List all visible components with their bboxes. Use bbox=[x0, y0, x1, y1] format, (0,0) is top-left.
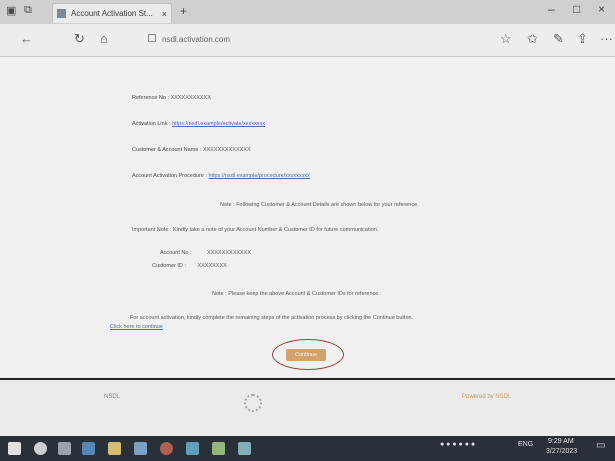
tab-list-icon[interactable]: ⧉ bbox=[24, 4, 32, 17]
page-content: Reference No : XXXXXXXXXXX Activation Li… bbox=[0, 57, 615, 377]
store-icon[interactable] bbox=[134, 442, 147, 455]
page-footer: NSDL Powered by NSDL bbox=[0, 380, 615, 436]
system-tray-icons[interactable]: ● ● ● ● ● ● bbox=[440, 441, 475, 448]
search-icon[interactable] bbox=[34, 442, 47, 455]
file-explorer-icon[interactable] bbox=[108, 442, 121, 455]
pen-icon[interactable]: ✎ bbox=[553, 31, 564, 47]
task-view-icon[interactable] bbox=[58, 442, 71, 455]
continue-button[interactable]: Continue bbox=[286, 349, 326, 361]
more-icon[interactable]: ··· bbox=[600, 31, 613, 46]
back-button[interactable]: ← bbox=[20, 31, 33, 46]
new-tab-button[interactable]: + bbox=[180, 4, 187, 18]
url-text: nsdl.activation.com bbox=[162, 35, 231, 44]
clock-time[interactable]: 9:29 AM bbox=[548, 438, 574, 445]
info-line-activation-link: Activation Link : https://nsdl.example/a… bbox=[132, 121, 265, 127]
info-line-procedure: Account Activation Procedure : https://n… bbox=[132, 173, 310, 179]
chrome-icon[interactable] bbox=[160, 442, 173, 455]
home-button[interactable]: ⌂ bbox=[100, 31, 108, 46]
tab-close-icon[interactable]: × bbox=[162, 4, 167, 23]
notifications-icon[interactable]: ▭ bbox=[596, 440, 605, 451]
share-icon[interactable]: ⇪ bbox=[577, 31, 588, 47]
edge-icon[interactable] bbox=[82, 442, 95, 455]
activation-link[interactable]: https://nsdl.example/activate/xxxxxxxx bbox=[172, 121, 265, 127]
tab-actions-icon[interactable]: ▣ bbox=[6, 4, 16, 17]
maximize-button[interactable]: □ bbox=[573, 2, 580, 16]
close-button[interactable]: × bbox=[598, 2, 605, 16]
footer-powered-by: Powered by NSDL bbox=[462, 394, 512, 400]
loading-spinner-icon bbox=[244, 394, 262, 412]
browser-window: ▣ ⧉ Account Activation St... × + – □ × ←… bbox=[0, 0, 615, 461]
notice-text-1: Note : Following Customer & Account Deta… bbox=[220, 202, 419, 208]
footer-logo-text: NSDL bbox=[104, 394, 121, 400]
language-indicator[interactable]: ENG bbox=[518, 441, 533, 448]
minimize-button[interactable]: – bbox=[548, 2, 555, 16]
app-icon[interactable] bbox=[186, 442, 199, 455]
notice-text-2: Note : Please keep the above Account & C… bbox=[212, 291, 380, 297]
app-icon-2[interactable] bbox=[212, 442, 225, 455]
windows-taskbar: ● ● ● ● ● ● ENG 9:29 AM 3/27/2023 ▭ bbox=[0, 436, 615, 461]
favorites-icon[interactable]: ✩ bbox=[527, 31, 538, 47]
address-bar[interactable]: nsdl.activation.com bbox=[142, 30, 478, 50]
activation-instructions: For account activation, kindly complete … bbox=[130, 315, 414, 321]
important-note: Important Note : Kindly take a note of y… bbox=[132, 227, 379, 233]
star-icon[interactable]: ☆ bbox=[500, 31, 512, 47]
page-favicon-icon bbox=[57, 9, 66, 18]
tab-account-activation[interactable]: Account Activation St... × bbox=[52, 3, 172, 23]
procedure-link[interactable]: https://nsdl.example/procedure/xxxxxxxxx bbox=[208, 173, 310, 179]
info-line-customer-name: Customer & Account Name : XXXXXXXXXXXXX bbox=[132, 147, 251, 153]
lock-icon bbox=[148, 34, 156, 42]
info-line-reference: Reference No : XXXXXXXXXXX bbox=[132, 95, 211, 101]
tab-strip: ▣ ⧉ Account Activation St... × + – □ × bbox=[0, 0, 615, 25]
account-no-row: Account No : XXXXXXXXXXXX bbox=[160, 250, 252, 256]
refresh-button[interactable]: ↻ bbox=[74, 31, 85, 47]
windows-icon[interactable] bbox=[8, 442, 21, 455]
continue-link[interactable]: Click here to continue bbox=[110, 324, 163, 330]
tab-title: Account Activation St... bbox=[71, 9, 153, 18]
navigation-bar: ← ↻ ⌂ nsdl.activation.com ☆ ✩ ✎ ⇪ ··· bbox=[0, 24, 615, 57]
app-icon-3[interactable] bbox=[238, 442, 251, 455]
customer-id-row: Customer ID : XXXXXXXX bbox=[152, 263, 227, 269]
clock-date[interactable]: 3/27/2023 bbox=[546, 448, 577, 455]
